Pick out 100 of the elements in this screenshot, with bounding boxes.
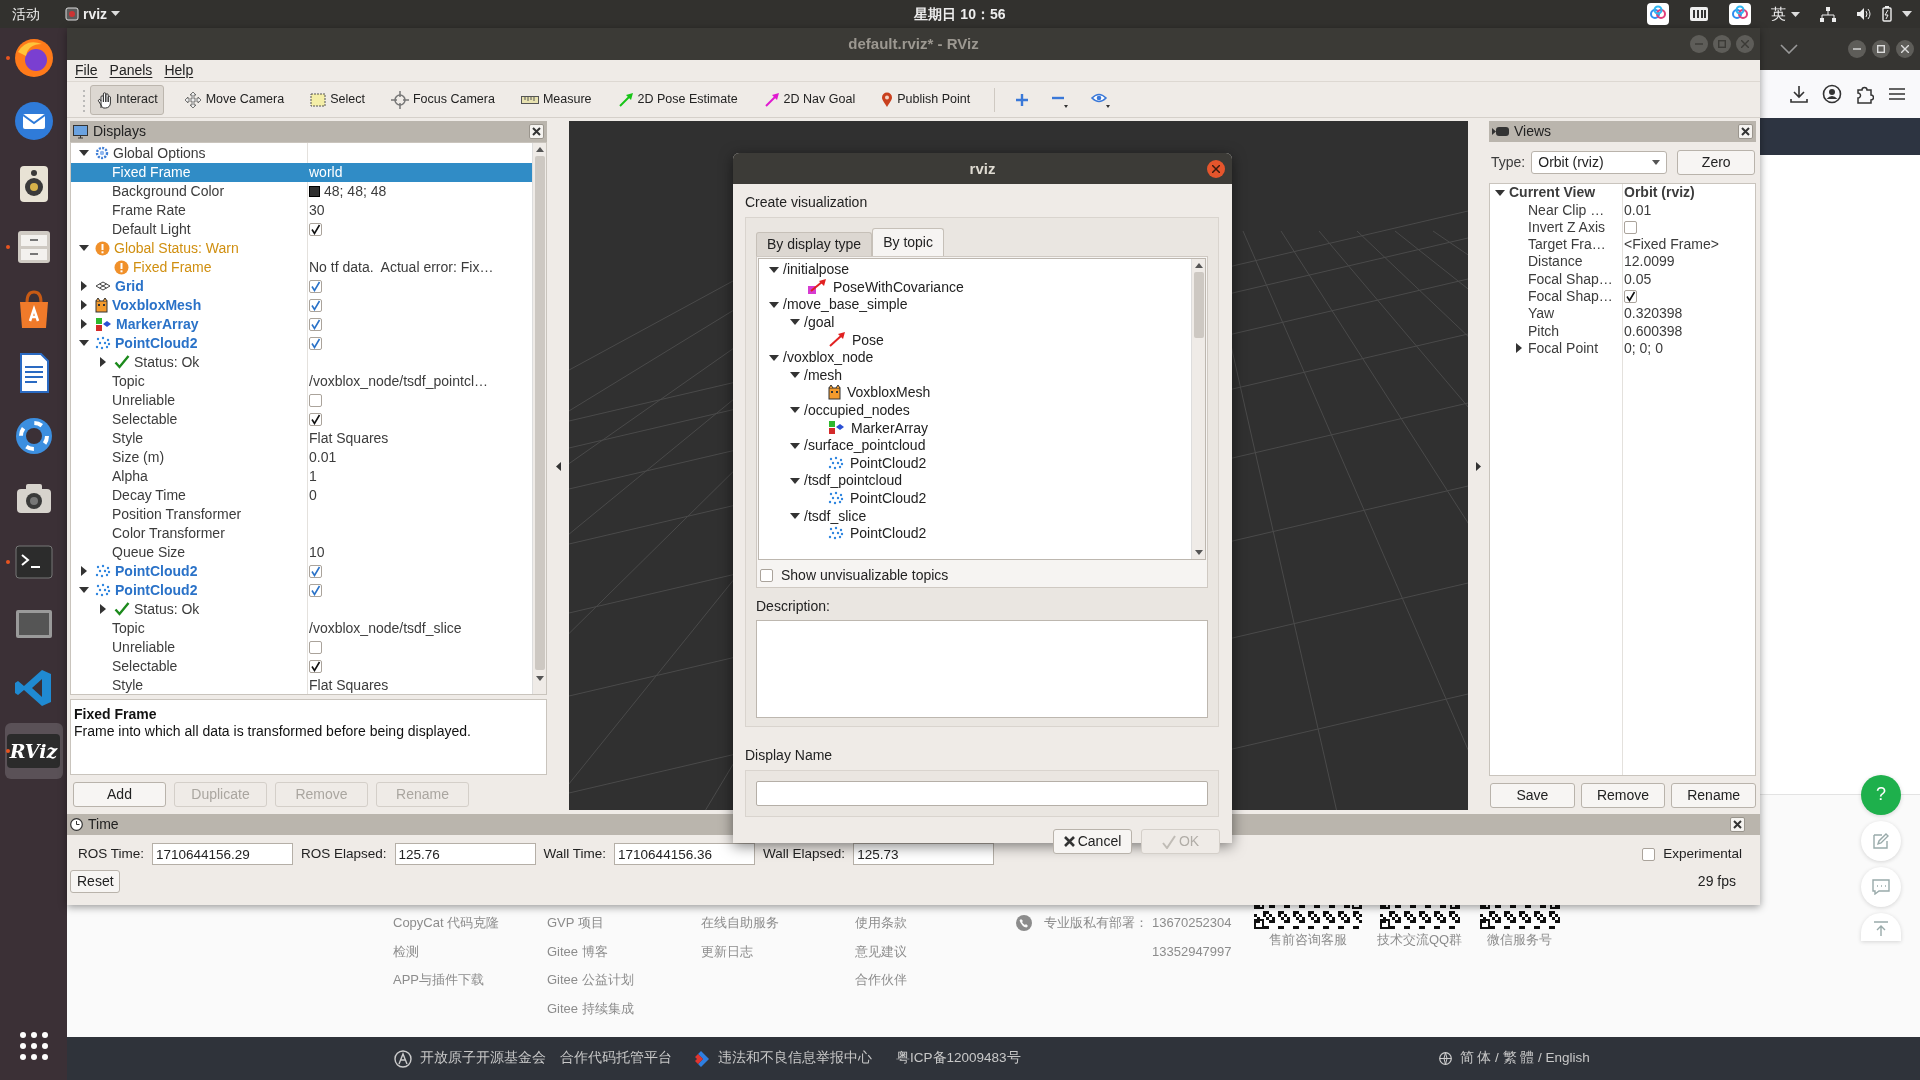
caret-down-icon[interactable] bbox=[790, 407, 800, 414]
caret-right-icon[interactable] bbox=[100, 604, 106, 615]
close-button[interactable] bbox=[1896, 40, 1914, 58]
caret-down-icon[interactable] bbox=[769, 354, 779, 361]
cancel-button[interactable]: Cancel bbox=[1053, 829, 1132, 855]
topic-label[interactable]: /surface_pointcloud bbox=[804, 437, 926, 454]
caret-right-icon[interactable] bbox=[81, 281, 87, 292]
time-field[interactable]: 1710644156.36 bbox=[614, 843, 756, 865]
checkbox[interactable] bbox=[1642, 847, 1656, 861]
tool-button[interactable]: Publish Point bbox=[875, 84, 977, 115]
expand-arrow-icon[interactable] bbox=[1476, 462, 1481, 471]
caret-down-icon[interactable] bbox=[790, 442, 800, 449]
footer-link[interactable]: 违法和不良信息举报中心 bbox=[718, 1050, 872, 1067]
checkbox[interactable] bbox=[309, 280, 322, 293]
checkbox[interactable] bbox=[309, 394, 322, 407]
download-icon[interactable] bbox=[1790, 85, 1808, 103]
caret-down-icon[interactable] bbox=[79, 245, 89, 252]
indicator-icon[interactable] bbox=[1689, 6, 1709, 22]
footer-link[interactable]: 粤ICP备12009483号 bbox=[896, 1050, 1021, 1067]
topic-label[interactable]: /move_base_simple bbox=[783, 296, 908, 314]
menu-item[interactable]: File bbox=[75, 62, 98, 79]
tool-button[interactable]: Measure bbox=[514, 84, 598, 115]
display-type-label[interactable]: PointCloud2 bbox=[850, 489, 927, 507]
tool-button[interactable]: Interact bbox=[90, 84, 164, 115]
checkbox[interactable] bbox=[1624, 220, 1637, 234]
system-menu[interactable] bbox=[1856, 6, 1912, 22]
checkbox[interactable] bbox=[309, 337, 322, 350]
tab[interactable]: By topic bbox=[872, 227, 944, 256]
topic-label[interactable]: /tsdf_pointcloud bbox=[804, 472, 903, 490]
caret-down-icon[interactable] bbox=[769, 301, 779, 308]
language-links[interactable]: 简 体 / 繁 體 / English bbox=[1459, 1050, 1590, 1067]
caret-right-icon[interactable] bbox=[1516, 343, 1522, 354]
footer-link[interactable]: 合作代码托管平台 bbox=[560, 1050, 672, 1067]
caret-right-icon[interactable] bbox=[81, 319, 87, 330]
checkbox[interactable] bbox=[309, 299, 322, 312]
caret-down-icon[interactable] bbox=[769, 266, 779, 273]
caret-down-icon[interactable] bbox=[1495, 189, 1505, 196]
display-type-label[interactable]: Pose bbox=[852, 331, 884, 349]
checkbox[interactable] bbox=[309, 641, 322, 654]
tool-button[interactable]: 2D Pose Estimate bbox=[611, 84, 744, 115]
network-icon[interactable] bbox=[1820, 6, 1836, 22]
chevron-down-icon[interactable] bbox=[1780, 44, 1798, 54]
topic-label[interactable]: /mesh bbox=[804, 366, 843, 384]
caret-down-icon[interactable] bbox=[79, 150, 89, 157]
topic-label[interactable]: /tsdf_slice bbox=[804, 507, 867, 525]
display-name-field[interactable] bbox=[756, 781, 1208, 807]
topic-label[interactable]: /goal bbox=[804, 313, 835, 331]
caret-down-icon[interactable] bbox=[790, 477, 800, 484]
tool-button[interactable]: 2D Nav Goal bbox=[757, 84, 862, 115]
input-method-menu[interactable]: 英 bbox=[1771, 5, 1800, 23]
close-button[interactable] bbox=[1730, 817, 1745, 832]
checkbox[interactable] bbox=[309, 565, 322, 578]
display-type-label[interactable]: VoxbloxMesh bbox=[847, 384, 931, 402]
caret-right-icon[interactable] bbox=[100, 357, 106, 368]
display-type-label[interactable]: PoseWithCovariance bbox=[833, 278, 964, 296]
menu-item[interactable]: Panels bbox=[109, 62, 153, 79]
collapse-arrow-icon[interactable] bbox=[555, 462, 561, 471]
selected-row[interactable]: Fixed Frame world bbox=[71, 163, 532, 182]
caret-down-icon[interactable] bbox=[79, 587, 89, 594]
checkbox[interactable] bbox=[309, 318, 322, 331]
panel-button[interactable]: Rename bbox=[1671, 783, 1756, 808]
tool-button[interactable]: Move Camera bbox=[177, 84, 291, 115]
close-button[interactable] bbox=[529, 124, 544, 139]
dock-launcher[interactable]: RViz bbox=[4, 723, 63, 779]
cloud-app-icon[interactable] bbox=[1729, 3, 1751, 25]
display-type-label[interactable]: PointCloud2 bbox=[850, 525, 927, 542]
checkbox[interactable] bbox=[309, 223, 322, 236]
minimize-button[interactable] bbox=[1848, 40, 1866, 58]
time-field[interactable]: 125.76 bbox=[394, 843, 536, 865]
panel-button[interactable]: Add bbox=[73, 782, 166, 807]
scrollbar[interactable] bbox=[532, 143, 546, 694]
caret-right-icon[interactable] bbox=[81, 300, 87, 311]
menu-icon[interactable] bbox=[1888, 87, 1906, 101]
app-menu[interactable]: rviz bbox=[65, 5, 121, 23]
checkbox[interactable] bbox=[309, 584, 322, 597]
checkbox[interactable] bbox=[309, 660, 322, 673]
topic-label[interactable]: /voxblox_node bbox=[783, 349, 874, 366]
time-field[interactable]: 1710644156.29 bbox=[152, 843, 293, 865]
caret-down-icon[interactable] bbox=[790, 372, 800, 379]
puzzle-piece-icon[interactable] bbox=[1856, 84, 1874, 104]
tool-button[interactable]: Select bbox=[304, 84, 371, 115]
display-type-label[interactable]: MarkerArray bbox=[851, 419, 928, 437]
scroll-thumb[interactable] bbox=[1193, 271, 1204, 338]
tab[interactable]: By display type bbox=[756, 231, 873, 256]
topic-label[interactable]: /initialpose bbox=[783, 261, 850, 278]
panel-button[interactable]: Remove bbox=[1580, 783, 1666, 808]
topic-label[interactable]: /occupied_nodes bbox=[804, 401, 910, 419]
maximize-button[interactable] bbox=[1872, 40, 1890, 58]
activities-button[interactable]: 活动 bbox=[12, 5, 40, 23]
reset-button[interactable]: Reset bbox=[70, 870, 120, 893]
cloud-app-icon[interactable] bbox=[1647, 3, 1669, 25]
caret-right-icon[interactable] bbox=[81, 566, 87, 577]
checkbox[interactable] bbox=[1624, 289, 1637, 303]
time-field[interactable]: 125.73 bbox=[853, 843, 995, 865]
scroll-thumb[interactable] bbox=[534, 156, 545, 670]
checkbox[interactable] bbox=[309, 413, 322, 426]
clock[interactable]: 星期日 10：56 bbox=[914, 5, 1006, 22]
caret-down-icon[interactable] bbox=[790, 319, 800, 326]
caret-down-icon[interactable] bbox=[79, 340, 89, 347]
display-type-label[interactable]: PointCloud2 bbox=[850, 454, 927, 472]
